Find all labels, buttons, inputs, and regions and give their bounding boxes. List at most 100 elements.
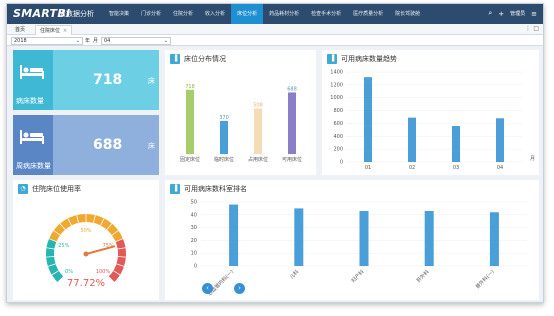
tab-bar: 首页 住院床位 × ⋮ □ [7,24,543,35]
tab-home[interactable]: 首页 [11,25,29,35]
year-select-value: 2018 [14,38,27,44]
panel-title: ◔ 住院床位使用率 [18,184,81,194]
tab-inpatient-beds[interactable]: 住院床位 × [35,25,73,35]
bar [452,126,460,162]
bed-distribution-chart: 718 固定床位 370 临时床位 508 占用床位 688 可用床位 [180,84,302,163]
bar [364,77,372,162]
nav-item[interactable]: 住院分析 [167,4,199,24]
nav-item[interactable]: 智能决策 [103,4,135,24]
panel-title: ▐ 可用病床数科室排名 [170,184,247,194]
panel-bed-distribution: ▐ 床位分布情况 718 固定床位 370 临时床位 508 占用床位 688 可用床位 [165,50,316,175]
filter-bar: 2018 ⌄ 年 月 04 ⌄ [7,35,543,46]
fullscreen-icon[interactable]: □ [533,25,539,32]
data-label: 688 [287,86,297,92]
bar [408,117,416,162]
panel-title-text: 可用病床数科室排名 [184,185,247,193]
nav-item[interactable]: 床位分析 [231,4,264,24]
x-tick-label: 01 [365,165,371,171]
y-tick-label: 50 [191,200,197,206]
gauge-needle [85,245,116,255]
bar [496,118,504,162]
top-navigation-bar: SMARTBI 大数据分析 智能决策 门诊分析 住院分析 收入分析 床位分析 药品耗材分析… [7,4,543,24]
x-tick-label: 妇产科 [350,268,366,284]
y-tick-label: 800 [333,108,343,114]
scroll-right-button[interactable]: › [234,283,245,294]
gauge-tick-label: 0% [65,269,73,275]
gauge-icon: ◔ [18,184,28,194]
year-select[interactable]: 2018 ⌄ [11,37,83,45]
scroll-left-button[interactable]: ‹ [202,283,213,294]
y-tick-label: 30 [191,225,197,231]
y-tick-label: 400 [333,134,343,140]
gauge-tick-label: 100% [96,269,111,275]
y-tick-label: 600 [333,121,343,127]
panel-title: ▐ 床位分布情况 [170,54,226,64]
menu-icon[interactable]: ≡ [531,10,537,18]
available-ranking-chart: 01020304050心血管内科(一) 儿科 妇产科 肝外科 普外科(一) [191,200,527,297]
available-trend-chart: 0 200 400 600 800 1000 1200 1400 01 02 03 04 月 [330,70,535,172]
kpi-value: 688 [93,137,123,153]
y-tick-label: 0 [340,160,343,166]
bar [220,120,228,154]
kpi-unit: 床 [148,142,155,150]
kpi-weekly-bed-count-icon-area: 周病床数量 [13,115,53,175]
bar [229,204,239,266]
bar [288,92,296,154]
nav-item[interactable]: 医疗质量分析 [347,4,389,24]
gauge-needle-hub [83,251,89,257]
x-tick-label: 肝外科 [415,268,431,284]
kpi-label: 病床数量 [16,97,44,105]
gauge-value: 77.72% [67,278,105,289]
y-tick-label: 200 [333,147,343,153]
bar [254,108,262,154]
panel-title-text: 住院床位使用率 [32,185,81,193]
tab-inpatient-beds-label: 住院床位 [40,28,61,34]
year-label: 年 [85,38,91,44]
gauge-tick-label: 25% [58,243,69,249]
add-icon[interactable]: + [498,10,504,18]
month-select[interactable]: 04 ⌄ [101,37,171,45]
x-tick-label: 03 [453,165,459,171]
data-label: 718 [185,84,195,90]
bar-chart-icon: ▐ [327,54,337,64]
x-tick-label: 普外科(一) [474,268,496,290]
y-tick-label: 1400 [330,70,343,76]
top-icons: ⌕ + 管理员 ≡ [488,9,537,18]
kpi-weekly-bed-count-value-area: 688 床 [53,115,159,175]
x-axis-label: 月 [530,156,535,162]
nav-item[interactable]: 门诊分析 [135,4,167,24]
nav-item[interactable]: 院长驾驶舱 [389,4,426,24]
kpi-bed-count-icon-area: 病床数量 [13,50,53,110]
panel-title: ▐ 可用病床数量趋势 [327,54,397,64]
nav-item[interactable]: 药品耗材分析 [263,4,305,24]
x-tick-label: 儿科 [288,268,300,280]
y-tick-label: 0 [194,264,197,270]
close-icon[interactable]: × [63,28,67,34]
kpi-value: 718 [93,72,123,88]
kpi-bed-count-value-area: 718 床 [53,50,159,110]
tab-home-label: 首页 [15,27,26,33]
more-icon[interactable]: ⋮ [525,25,531,32]
main-nav: 智能决策 门诊分析 住院分析 收入分析 床位分析 药品耗材分析 检查手术分析 医疗质量分析 院长… [103,4,426,24]
app-subtitle: 大数据分析 [59,10,94,18]
chevron-down-icon: ⌄ [75,38,80,44]
bar [294,208,304,266]
month-label: 月 [93,38,99,44]
panel-usage-rate: ◔ 住院床位使用率 0% 25% 50% 75% 100% 77.72% [13,180,159,300]
nav-item[interactable]: 检查手术分析 [305,4,347,24]
search-icon[interactable]: ⌕ [488,9,492,18]
bed-icon [20,130,44,144]
panel-title-text: 可用病床数量趋势 [341,55,397,63]
tick-label: 占用床位 [248,156,268,163]
panel-available-trend: ▐ 可用病床数量趋势 0 200 400 600 800 1000 1200 1400 01 02 0… [322,50,539,175]
tick-label: 临时床位 [214,156,234,163]
bar [424,210,434,266]
bed-icon [20,65,44,79]
user-name[interactable]: 管理员 [510,10,525,17]
y-tick-label: 40 [191,212,197,218]
tick-label: 可用床位 [282,156,302,163]
kpi-bed-count: 病床数量 718 床 [13,50,159,110]
bar [489,212,499,266]
panel-available-ranking: ▐ 可用病床数科室排名 0 10 20 30 40 50 心血管内科(一) 儿科 妇产科 肝外科 普外… [165,180,539,300]
nav-item[interactable]: 收入分析 [199,4,231,24]
